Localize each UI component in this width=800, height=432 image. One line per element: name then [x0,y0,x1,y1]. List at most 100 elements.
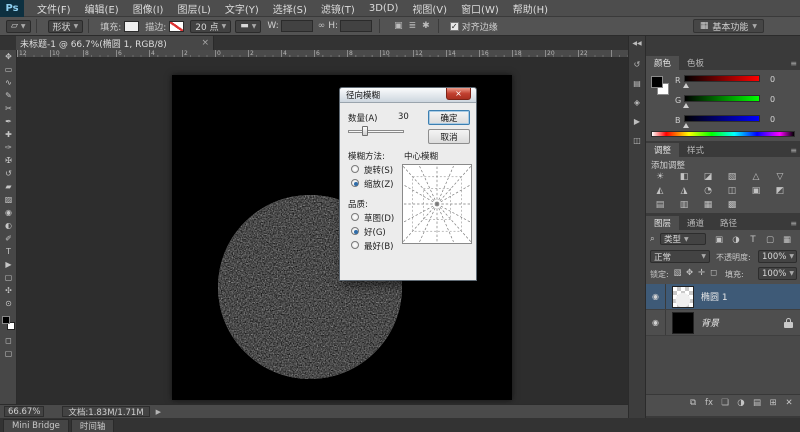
info-panel-icon[interactable]: ◈ [629,95,645,110]
layer-row-background[interactable]: ◉ 背景 [646,310,800,336]
opacity-field[interactable]: 100% ▼ [758,250,797,263]
menu-select[interactable]: 选择(S) [266,1,314,16]
workspace-switcher[interactable]: ▦ 基本功能 ▼ [693,19,764,33]
marquee-tool-icon[interactable]: ▭ [0,63,17,76]
menu-window[interactable]: 窗口(W) [454,1,506,16]
menu-edit[interactable]: 编辑(E) [78,1,126,16]
red-slider-thumb[interactable] [683,83,689,88]
invert-icon[interactable]: ◩ [770,185,790,197]
layer-thumbnail[interactable] [672,312,694,334]
gradient-tool-icon[interactable]: ▨ [0,193,17,206]
filter-adjustment-icon[interactable]: ◑ [729,235,743,245]
navigator-panel-icon[interactable]: ◫ [629,133,645,148]
green-slider[interactable] [684,95,760,102]
lasso-tool-icon[interactable]: ∿ [0,76,17,89]
blue-slider[interactable] [684,115,760,122]
width-input[interactable] [281,20,313,32]
tab-paths[interactable]: 路径 [712,216,745,230]
levels-icon[interactable]: ◧ [674,171,694,183]
move-tool-icon[interactable]: ✥ [0,50,17,63]
radio-draft[interactable] [351,213,359,221]
radio-zoom[interactable] [351,179,359,187]
link-layers-icon[interactable]: ⧉ [686,398,700,408]
tab-adjustments[interactable]: 调整 [646,143,679,157]
black-white-icon[interactable]: ◮ [674,185,694,197]
panel-menu-icon[interactable]: ≡ [790,56,800,70]
shape-tool-icon[interactable]: ▢ [0,271,17,284]
tab-swatches[interactable]: 色板 [679,56,712,70]
filter-shape-icon[interactable]: ▢ [763,235,777,245]
brush-tool-icon[interactable]: ✑ [0,141,17,154]
canvas-area[interactable] [17,58,628,404]
path-alignment-icon[interactable]: ≣ [409,21,417,31]
green-slider-thumb[interactable] [683,103,689,108]
dialog-close-button[interactable]: × [446,88,471,100]
menu-type[interactable]: 文字(Y) [218,1,266,16]
history-panel-icon[interactable]: ↺ [629,57,645,72]
menu-layer[interactable]: 图层(L) [170,1,217,16]
height-input[interactable] [340,20,372,32]
collapse-panels-icon[interactable]: ◀◀ [629,36,645,51]
hand-tool-icon[interactable]: ✣ [0,284,17,297]
photo-filter-icon[interactable]: ◔ [698,185,718,197]
quick-mask-icon[interactable]: ◻ [0,334,17,347]
geometry-options-icon[interactable]: ✱ [422,21,430,31]
blend-mode-dropdown[interactable]: 正常 ▼ [650,250,710,263]
threshold-icon[interactable]: ▥ [674,199,694,211]
panel-menu-icon[interactable]: ≡ [790,143,800,157]
radio-best[interactable] [351,241,359,249]
layer-thumbnail[interactable] [672,286,694,308]
menu-image[interactable]: 图像(I) [126,1,171,16]
gradient-map-icon[interactable]: ▦ [698,199,718,211]
menu-3d[interactable]: 3D(D) [362,3,406,14]
lock-pixels-icon[interactable]: ✥ [684,268,695,278]
color-lookup-icon[interactable]: ▣ [746,185,766,197]
curves-icon[interactable]: ◪ [698,171,718,183]
radio-spin[interactable] [351,165,359,173]
zoom-level-field[interactable]: 66.67% [4,406,44,417]
actions-panel-icon[interactable]: ▶ [629,114,645,129]
crop-tool-icon[interactable]: ✂ [0,102,17,115]
document-tab[interactable]: 未标题-1 @ 66.7%(椭圆 1, RGB/8) × [16,36,214,50]
layer-style-icon[interactable]: fx [702,398,716,408]
tab-layers[interactable]: 图层 [646,216,679,230]
filter-pixel-icon[interactable]: ▣ [712,235,726,245]
healing-brush-tool-icon[interactable]: ✚ [0,128,17,141]
fill-swatch[interactable] [124,21,139,32]
stroke-width-field[interactable]: 20 点 ▼ [190,20,231,33]
close-icon[interactable]: × [201,38,209,48]
new-layer-icon[interactable]: ⊞ [766,398,780,408]
brightness-contrast-icon[interactable]: ☀ [650,171,670,183]
radio-good[interactable] [351,227,359,235]
align-edges-checkbox[interactable]: ✓ [450,22,459,31]
amount-slider[interactable] [348,130,404,133]
status-expand-icon[interactable]: ▶ [156,408,161,416]
selective-color-icon[interactable]: ▩ [722,199,742,211]
eraser-tool-icon[interactable]: ▰ [0,180,17,193]
quick-select-tool-icon[interactable]: ✎ [0,89,17,102]
layer-name[interactable]: 背景 [701,316,719,329]
tool-preset[interactable]: ▱ ▼ [6,20,31,33]
tool-mode-dropdown[interactable]: 形状 ▼ [48,20,84,33]
lock-transparency-icon[interactable]: ▧ [672,268,683,278]
path-select-tool-icon[interactable]: ▶ [0,258,17,271]
ok-button[interactable]: 确定 [428,110,470,125]
zoom-tool-icon[interactable]: ⊙ [0,297,17,310]
red-slider[interactable] [684,75,760,82]
type-tool-icon[interactable]: T [0,245,17,258]
menu-view[interactable]: 视图(V) [405,1,454,16]
new-adjustment-layer-icon[interactable]: ◑ [734,398,748,408]
tab-timeline[interactable]: 时间轴 [71,419,115,432]
tab-channels[interactable]: 通道 [679,216,712,230]
tab-styles[interactable]: 样式 [679,143,712,157]
visibility-eye-icon[interactable]: ◉ [646,310,666,335]
history-brush-tool-icon[interactable]: ↺ [0,167,17,180]
exposure-icon[interactable]: ▧ [722,171,742,183]
pen-tool-icon[interactable]: ✐ [0,232,17,245]
eyedropper-tool-icon[interactable]: ✒ [0,115,17,128]
clone-stamp-tool-icon[interactable]: ✠ [0,154,17,167]
layer-filter-dropdown[interactable]: 类型 ▼ [660,233,706,245]
fill-field[interactable]: 100% ▼ [758,267,797,280]
menu-help[interactable]: 帮助(H) [506,1,555,16]
properties-panel-icon[interactable]: ▤ [629,76,645,91]
